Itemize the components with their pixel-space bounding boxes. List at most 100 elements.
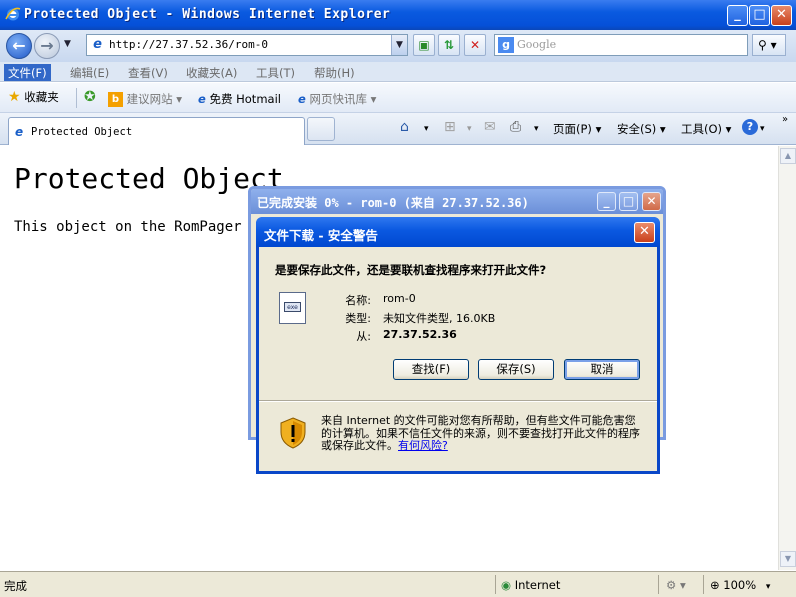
search-icon: ⚲ bbox=[758, 38, 767, 52]
help-icon[interactable]: ? bbox=[742, 119, 758, 135]
scroll-up-arrow[interactable]: ▲ bbox=[780, 148, 796, 164]
forward-button[interactable]: → bbox=[34, 33, 60, 59]
minimize-button[interactable]: _ bbox=[727, 5, 748, 26]
maximize-button[interactable]: □ bbox=[749, 5, 770, 26]
page-menu[interactable]: 页面(P) ▾ bbox=[553, 121, 601, 137]
page-icon: e bbox=[93, 37, 102, 52]
name-value: rom-0 bbox=[383, 292, 416, 305]
status-divider bbox=[495, 575, 496, 594]
web-slice-gallery-link[interactable]: e 网页快讯库 ▾ bbox=[298, 91, 376, 107]
status-bar: 完成 ◉ Internet ⚙ ▾ ⊕ 100% ▾ bbox=[0, 571, 796, 597]
zoom-level: 100% bbox=[723, 578, 757, 592]
find-button[interactable]: 查找(F) bbox=[393, 359, 469, 380]
tab-label: Protected Object bbox=[31, 126, 133, 138]
window-titlebar: Protected Object - Windows Internet Expl… bbox=[0, 0, 796, 30]
search-button[interactable]: ⚲ ▾ bbox=[752, 34, 786, 56]
page-body-text: This object on the RomPager se bbox=[14, 219, 267, 235]
ie-page-icon: e bbox=[298, 92, 306, 106]
save-button[interactable]: 保存(S) bbox=[478, 359, 554, 380]
menu-edit[interactable]: 编辑(E) bbox=[66, 64, 113, 81]
window-title: Protected Object - Windows Internet Expl… bbox=[24, 7, 391, 22]
safety-menu[interactable]: 安全(S) ▾ bbox=[617, 121, 666, 137]
back-arrow-icon: ← bbox=[12, 36, 26, 55]
dialog-divider bbox=[259, 400, 657, 402]
dialog-titlebar: 文件下载 - 安全警告 ✕ bbox=[256, 217, 660, 247]
warning-message: 来自 Internet 的文件可能对您有所帮助，但有些文件可能危害您的计算机。如… bbox=[321, 414, 640, 452]
print-icon[interactable]: ⎙ bbox=[510, 119, 521, 135]
cancel-button[interactable]: 取消 bbox=[564, 359, 640, 380]
address-toolbar: ← → ▼ e http://27.37.52.36/rom-0 ▼ ▣ ⇅ ✕… bbox=[0, 30, 796, 62]
zoom-icon: ⊕ bbox=[710, 578, 720, 592]
menu-bar: 文件(F) 编辑(E) 查看(V) 收藏夹(A) 工具(T) 帮助(H) bbox=[0, 62, 796, 82]
name-label: 名称: bbox=[345, 294, 371, 307]
compatibility-button[interactable]: ▣ bbox=[413, 34, 435, 56]
tools-menu[interactable]: 工具(O) ▾ bbox=[681, 121, 731, 137]
favbar-divider bbox=[76, 88, 77, 108]
progress-dialog-title: 已完成安装 0% - rom-0 (来自 27.37.52.36) bbox=[257, 196, 529, 210]
toolbar-overflow-chevron[interactable]: » bbox=[782, 114, 788, 125]
favorites-label: 收藏夹 bbox=[24, 90, 59, 104]
refresh-button[interactable]: ⇅ bbox=[438, 34, 460, 56]
address-dropdown[interactable]: ▼ bbox=[391, 35, 407, 55]
rss-icon[interactable]: ⊞ bbox=[444, 119, 456, 135]
from-label: 从: bbox=[356, 330, 371, 343]
progress-maximize-button[interactable]: □ bbox=[619, 192, 638, 211]
home-icon[interactable]: ⌂ bbox=[400, 119, 409, 135]
print-dropdown[interactable]: ▾ bbox=[534, 124, 539, 134]
refresh-icon: ⇅ bbox=[443, 38, 455, 52]
dialog-question: 是要保存此文件，还是要联机查找程序来打开此文件? bbox=[275, 263, 547, 277]
menu-tools[interactable]: 工具(T) bbox=[252, 64, 299, 81]
zoom-control[interactable]: ⊕ 100% ▾ bbox=[710, 578, 770, 592]
menu-file[interactable]: 文件(F) bbox=[4, 64, 51, 81]
zone-label: Internet bbox=[514, 578, 561, 592]
search-field[interactable]: g Google bbox=[494, 34, 748, 56]
close-window-button[interactable]: ✕ bbox=[771, 5, 792, 26]
suggested-sites-label: 建议网站 ▾ bbox=[126, 92, 183, 106]
home-dropdown[interactable]: ▾ bbox=[424, 124, 429, 134]
add-favorite-icon: ✪ bbox=[84, 89, 96, 105]
suggested-sites-link[interactable]: b 建议网站 ▾ bbox=[108, 91, 182, 107]
vertical-scrollbar[interactable]: ▲ ▼ bbox=[778, 146, 796, 570]
dialog-close-button[interactable]: ✕ bbox=[634, 222, 655, 243]
menu-favorites[interactable]: 收藏夹(A) bbox=[182, 64, 241, 81]
security-zone[interactable]: ◉ Internet bbox=[501, 578, 560, 592]
ie-logo-icon bbox=[5, 7, 21, 21]
favorites-star-icon: ★ bbox=[8, 89, 21, 105]
menu-view[interactable]: 查看(V) bbox=[124, 64, 172, 81]
bing-icon: b bbox=[108, 92, 123, 107]
type-value: 未知文件类型, 16.0KB bbox=[383, 312, 496, 325]
progress-close-button[interactable]: ✕ bbox=[642, 192, 661, 211]
stop-icon: ✕ bbox=[469, 38, 481, 52]
globe-icon: ◉ bbox=[501, 578, 512, 592]
help-dropdown[interactable]: ▾ bbox=[760, 124, 765, 134]
ie-page-icon: e bbox=[198, 92, 206, 106]
risk-link[interactable]: 有何风险? bbox=[398, 439, 448, 452]
mail-icon[interactable]: ✉ bbox=[484, 119, 496, 135]
search-placeholder: Google bbox=[517, 38, 557, 51]
address-url[interactable]: http://27.37.52.36/rom-0 bbox=[109, 38, 268, 51]
dialog-title: 文件下载 - 安全警告 bbox=[264, 228, 378, 243]
add-favorite-button[interactable]: ✪ bbox=[84, 89, 96, 105]
type-label: 类型: bbox=[345, 312, 371, 325]
progress-minimize-button[interactable]: _ bbox=[597, 192, 616, 211]
favorites-bar: ★ 收藏夹 ✪ b 建议网站 ▾ e 免费 Hotmail e 网页快讯库 ▾ bbox=[0, 83, 796, 113]
hotmail-link[interactable]: e 免费 Hotmail bbox=[198, 91, 281, 107]
tab-protected-object[interactable]: e Protected Object bbox=[8, 117, 305, 145]
menu-help[interactable]: 帮助(H) bbox=[310, 64, 359, 81]
new-tab-button[interactable] bbox=[307, 117, 335, 141]
scroll-down-arrow[interactable]: ▼ bbox=[780, 551, 796, 567]
file-icon: exe bbox=[279, 292, 306, 324]
google-icon: g bbox=[498, 37, 514, 53]
security-warning-text: 来自 Internet 的文件可能对您有所帮助，但有些文件可能危害您的计算机。如… bbox=[321, 414, 641, 453]
address-field[interactable]: e http://27.37.52.36/rom-0 ▼ bbox=[86, 34, 408, 56]
forward-arrow-icon: → bbox=[40, 36, 54, 55]
tab-bar: e Protected Object ⌂ ▾ ⊞ ▾ ✉ ⎙ ▾ 页面(P) ▾… bbox=[0, 113, 796, 145]
rss-dropdown[interactable]: ▾ bbox=[467, 124, 472, 134]
stop-button[interactable]: ✕ bbox=[464, 34, 486, 56]
protected-mode-button[interactable]: ⚙ ▾ bbox=[666, 578, 686, 592]
favorites-button[interactable]: ★ 收藏夹 bbox=[8, 89, 59, 105]
recent-pages-dropdown[interactable]: ▼ bbox=[64, 39, 71, 49]
status-divider bbox=[703, 575, 704, 594]
back-button[interactable]: ← bbox=[6, 33, 32, 59]
hotmail-label: 免费 Hotmail bbox=[209, 92, 281, 106]
